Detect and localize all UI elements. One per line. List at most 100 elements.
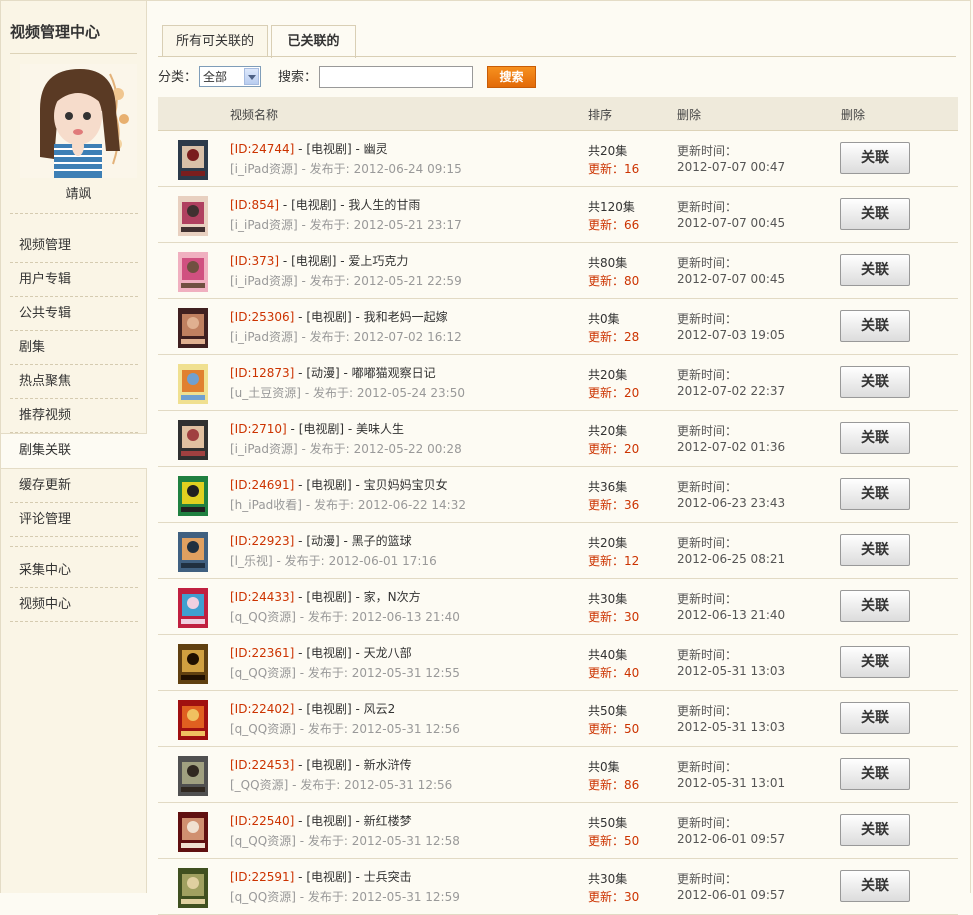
video-category: [电视剧] xyxy=(291,198,337,212)
divider xyxy=(158,56,956,57)
poster-thumbnail[interactable] xyxy=(178,812,208,852)
link-button[interactable]: 关联 xyxy=(840,422,910,454)
link-button[interactable]: 关联 xyxy=(840,814,910,846)
column-header-action: 删除 xyxy=(841,108,866,122)
video-source: [_QQ资源] xyxy=(230,778,289,792)
sidebar-item[interactable]: 热点聚焦 xyxy=(1,365,146,399)
video-title[interactable]: 新红楼梦 xyxy=(364,814,412,828)
table-row: [ID:22453] - [电视剧] - 新水浒传 [_QQ资源] - 发布于: … xyxy=(158,747,958,803)
video-title[interactable]: 宝贝妈妈宝贝女 xyxy=(364,478,448,492)
separator: - xyxy=(351,814,364,828)
video-source-line: [q_QQ资源] - 发布于: 2012-05-31 12:58 xyxy=(230,832,460,849)
video-category: [电视剧] xyxy=(306,142,352,156)
link-button[interactable]: 关联 xyxy=(840,646,910,678)
link-button[interactable]: 关联 xyxy=(840,198,910,230)
link-button[interactable]: 关联 xyxy=(840,590,910,622)
poster-thumbnail[interactable] xyxy=(178,532,208,572)
sidebar-title: 视频管理中心 xyxy=(10,23,101,41)
video-title[interactable]: 我人生的甘雨 xyxy=(348,198,420,212)
video-title[interactable]: 嘟嘟猫观察日记 xyxy=(352,366,436,380)
video-id-link[interactable]: [ID:24691] xyxy=(230,478,294,492)
video-title-line: [ID:22923] - [动漫] - 黑子的篮球 xyxy=(230,532,412,549)
poster-thumbnail[interactable] xyxy=(178,756,208,796)
sidebar-menu-secondary: 采集中心视频中心 xyxy=(1,554,146,622)
video-title[interactable]: 家，N次方 xyxy=(364,590,421,604)
sidebar-item[interactable]: 视频管理 xyxy=(1,229,146,263)
link-button[interactable]: 关联 xyxy=(840,758,910,790)
divider xyxy=(10,546,138,547)
poster-thumbnail[interactable] xyxy=(178,196,208,236)
video-id-link[interactable]: [ID:22453] xyxy=(230,758,294,772)
table-row: [ID:373] - [电视剧] - 爱上巧克力 [i_iPad资源] - 发布于… xyxy=(158,243,958,299)
category-select[interactable]: 全部 xyxy=(199,66,261,87)
video-title[interactable]: 美味人生 xyxy=(356,422,404,436)
video-id-link[interactable]: [ID:854] xyxy=(230,198,279,212)
video-title[interactable]: 幽灵 xyxy=(364,142,388,156)
video-title[interactable]: 我和老妈一起嫁 xyxy=(364,310,448,324)
poster-thumbnail[interactable] xyxy=(178,868,208,908)
publish-prefix: - 发布于: xyxy=(301,218,350,232)
video-id-link[interactable]: [ID:24744] xyxy=(230,142,294,156)
poster-thumbnail[interactable] xyxy=(178,420,208,460)
sidebar-item[interactable]: 剧集关联 xyxy=(1,433,147,469)
poster-thumbnail[interactable] xyxy=(178,700,208,740)
video-id-link[interactable]: [ID:25306] xyxy=(230,310,294,324)
video-category: [电视剧] xyxy=(306,814,352,828)
dropdown-arrow-icon[interactable] xyxy=(244,68,259,85)
publish-prefix: - 发布于: xyxy=(299,890,348,904)
video-id-link[interactable]: [ID:2710] xyxy=(230,422,287,436)
sidebar-item[interactable]: 缓存更新 xyxy=(1,469,146,503)
separator: - xyxy=(351,590,364,604)
tab-all-linkable[interactable]: 所有可关联的 xyxy=(162,25,268,57)
sidebar-item-label: 采集中心 xyxy=(19,563,72,578)
video-title[interactable]: 风云2 xyxy=(364,702,396,716)
sidebar-item[interactable]: 评论管理 xyxy=(1,503,146,537)
update-time-label: 更新时间： xyxy=(677,872,738,886)
sidebar-item[interactable]: 公共专辑 xyxy=(1,297,146,331)
link-button[interactable]: 关联 xyxy=(840,478,910,510)
link-button[interactable]: 关联 xyxy=(840,310,910,342)
video-id-link[interactable]: [ID:22402] xyxy=(230,702,294,716)
search-input[interactable] xyxy=(319,66,473,88)
link-button[interactable]: 关联 xyxy=(840,366,910,398)
video-id-link[interactable]: [ID:22361] xyxy=(230,646,294,660)
video-id-link[interactable]: [ID:22923] xyxy=(230,534,294,548)
video-title[interactable]: 士兵突击 xyxy=(364,870,412,884)
video-title[interactable]: 爱上巧克力 xyxy=(348,254,408,268)
separator: - xyxy=(351,702,364,716)
poster-thumbnail[interactable] xyxy=(178,644,208,684)
column-header-sort: 排序 xyxy=(588,108,613,122)
link-button[interactable]: 关联 xyxy=(840,142,910,174)
sidebar-item[interactable]: 剧集 xyxy=(1,331,146,365)
poster-thumbnail[interactable] xyxy=(178,140,208,180)
video-id-link[interactable]: [ID:22591] xyxy=(230,870,294,884)
poster-thumbnail[interactable] xyxy=(178,588,208,628)
sidebar-item[interactable]: 采集中心 xyxy=(1,554,146,588)
link-button[interactable]: 关联 xyxy=(840,254,910,286)
poster-thumbnail[interactable] xyxy=(178,364,208,404)
link-button[interactable]: 关联 xyxy=(840,870,910,902)
publish-date: 2012-05-21 22:59 xyxy=(353,274,462,288)
poster-thumbnail[interactable] xyxy=(178,308,208,348)
poster-thumbnail[interactable] xyxy=(178,476,208,516)
sidebar-item[interactable]: 推荐视频 xyxy=(1,399,146,433)
link-button[interactable]: 关联 xyxy=(840,534,910,566)
sidebar-item[interactable]: 视频中心 xyxy=(1,588,146,622)
video-id-link[interactable]: [ID:12873] xyxy=(230,366,294,380)
video-id-link[interactable]: [ID:24433] xyxy=(230,590,294,604)
poster-thumbnail[interactable] xyxy=(178,252,208,292)
tab-linked[interactable]: 已关联的 xyxy=(271,25,356,58)
video-id-link[interactable]: [ID:373] xyxy=(230,254,279,268)
video-id-link[interactable]: [ID:22540] xyxy=(230,814,294,828)
episode-total: 共20集 xyxy=(588,424,628,438)
sidebar-item[interactable]: 用户专辑 xyxy=(1,263,146,297)
publish-date: 2012-05-21 23:17 xyxy=(353,218,462,232)
video-title[interactable]: 天龙八部 xyxy=(364,646,412,660)
video-source-line: [_QQ资源] - 发布于: 2012-05-31 12:56 xyxy=(230,776,452,793)
video-title[interactable]: 新水浒传 xyxy=(364,758,412,772)
video-title[interactable]: 黑子的篮球 xyxy=(352,534,412,548)
search-button[interactable]: 搜索 xyxy=(487,66,536,88)
update-time-label: 更新时间： xyxy=(677,592,738,606)
sidebar-item-label: 缓存更新 xyxy=(19,478,72,493)
link-button[interactable]: 关联 xyxy=(840,702,910,734)
